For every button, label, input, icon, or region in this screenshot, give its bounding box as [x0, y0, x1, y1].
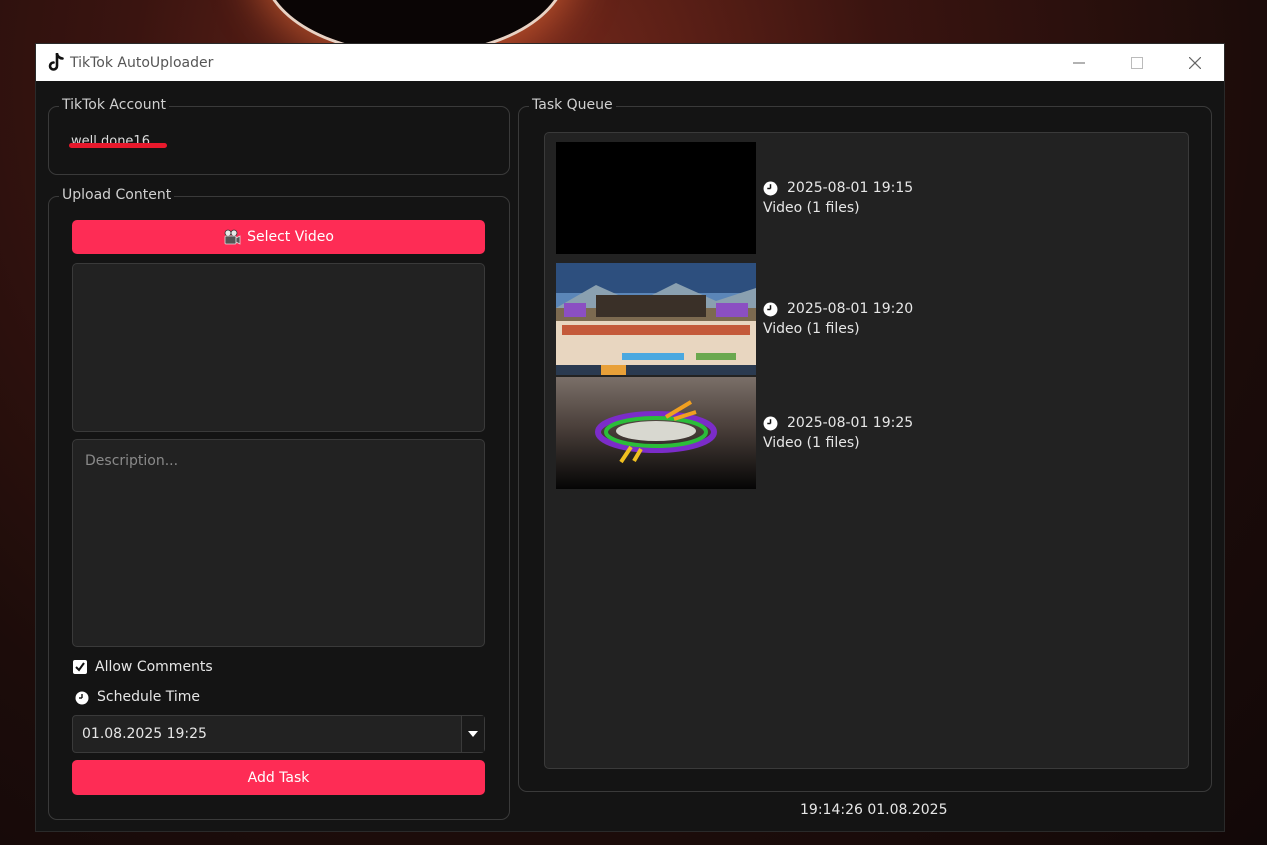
dropdown-button[interactable] [461, 716, 484, 752]
task-time: 2025-08-01 19:20 [787, 301, 914, 317]
task-queue-title: Task Queue [529, 97, 616, 113]
task-time: 2025-08-01 19:15 [787, 180, 914, 196]
tiktok-logo-icon [45, 52, 67, 74]
select-video-label: Select Video [247, 229, 334, 245]
task-summary: Video (1 files) [763, 435, 860, 451]
task-time: 2025-08-01 19:25 [787, 415, 914, 431]
account-group: TikTok Account well.done16 [48, 97, 510, 175]
redaction-mark [69, 143, 167, 148]
title-bar: TikTok AutoUploader [36, 44, 1224, 81]
video-camera-icon [224, 229, 241, 245]
description-placeholder: Description... [85, 453, 179, 469]
clock-icon [763, 416, 778, 430]
upload-group: Upload Content Select Video Description.… [48, 187, 510, 820]
allow-comments-label: Allow Comments [95, 659, 213, 675]
close-icon [1189, 56, 1201, 69]
clock-icon [763, 302, 778, 316]
maximize-button[interactable] [1108, 44, 1166, 81]
task-summary: Video (1 files) [763, 200, 860, 216]
status-clock: 19:14:26 01.08.2025 [800, 802, 948, 818]
clock-icon [763, 181, 778, 195]
video-preview-area[interactable] [72, 263, 485, 432]
description-textarea[interactable]: Description... [72, 439, 485, 647]
minimize-icon [1073, 62, 1085, 63]
task-item[interactable]: 2025-08-01 19:20 Video (1 files) [556, 263, 1156, 375]
clock-icon [75, 691, 89, 705]
task-item[interactable]: 2025-08-01 19:25 Video (1 files) [556, 377, 1156, 489]
minimize-button[interactable] [1050, 44, 1108, 81]
checkmark-icon [75, 662, 85, 672]
add-task-label: Add Task [247, 769, 310, 786]
task-thumbnail [556, 377, 756, 489]
task-queue-group: Task Queue 2025-08-01 19:15 Video (1 fil… [518, 97, 1212, 792]
task-summary: Video (1 files) [763, 321, 860, 337]
close-button[interactable] [1166, 44, 1224, 81]
task-item[interactable]: 2025-08-01 19:15 Video (1 files) [556, 142, 1156, 254]
task-thumbnail [556, 142, 756, 254]
schedule-datetime-select[interactable]: 01.08.2025 19:25 [72, 715, 485, 753]
task-thumbnail [556, 263, 756, 375]
window-title: TikTok AutoUploader [70, 54, 214, 71]
app-window: TikTok AutoUploader TikTok Account well.… [36, 44, 1224, 831]
allow-comments-checkbox[interactable] [73, 660, 87, 674]
upload-group-title: Upload Content [59, 187, 175, 203]
add-task-button[interactable]: Add Task [72, 760, 485, 795]
account-group-title: TikTok Account [59, 97, 169, 113]
select-video-button[interactable]: Select Video [72, 220, 485, 254]
schedule-datetime-value: 01.08.2025 19:25 [82, 726, 207, 742]
maximize-icon [1131, 56, 1143, 69]
schedule-time-label: Schedule Time [97, 689, 201, 705]
chevron-down-icon [468, 731, 478, 737]
task-list[interactable]: 2025-08-01 19:15 Video (1 files) 2025-08… [544, 132, 1189, 769]
